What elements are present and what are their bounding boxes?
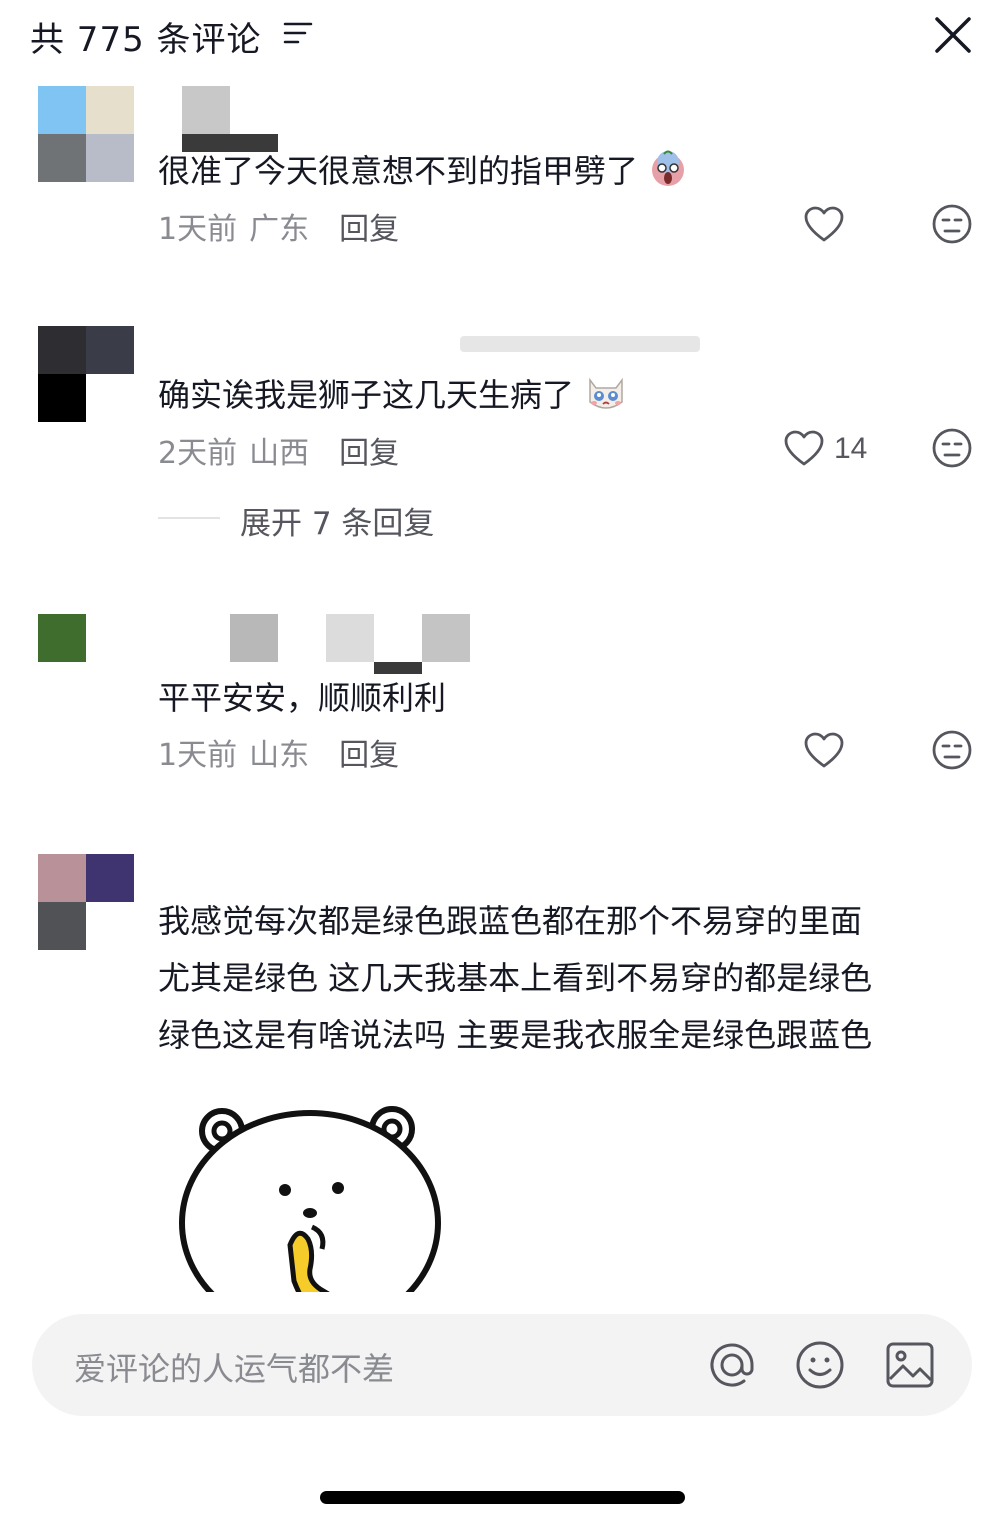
close-x-icon[interactable]	[932, 14, 974, 56]
scream-emoji-icon	[652, 150, 685, 186]
like-count: 14	[834, 432, 868, 465]
dislike-face-icon[interactable]	[931, 203, 973, 245]
comment-time: 2天前	[158, 436, 238, 471]
comment-meta: 2天前 山西 回复	[158, 428, 399, 472]
avatar[interactable]	[38, 614, 134, 710]
comment-time: 1天前	[158, 212, 238, 247]
comment-input-bar[interactable]: 爱评论的人运气都不差	[32, 1314, 972, 1416]
avatar[interactable]	[38, 854, 134, 950]
comment-location: 山西	[249, 436, 310, 471]
like-button[interactable]: 14	[784, 427, 867, 471]
comment-text-line: 绿色这是有啥说法吗 主要是我衣服全是绿色跟蓝色	[158, 1016, 873, 1054]
heart-icon	[784, 430, 824, 466]
username-blurred[interactable]	[460, 326, 710, 356]
reply-button[interactable]: 回复	[339, 212, 399, 247]
comment-meta: 1天前 广东 回复	[158, 204, 399, 248]
dislike-face-icon[interactable]	[931, 729, 973, 771]
comment-text-line: 我感觉每次都是绿色跟蓝色都在那个不易穿的里面	[158, 902, 863, 940]
avatar[interactable]	[38, 326, 134, 422]
like-button[interactable]	[804, 203, 844, 247]
comment-input-placeholder[interactable]: 爱评论的人运气都不差	[74, 1344, 394, 1390]
comment-meta: 1天前 山东 回复	[158, 730, 399, 774]
heart-icon	[804, 732, 844, 768]
expand-replies-button[interactable]: 展开 7 条回复	[240, 498, 434, 543]
emoji-icon[interactable]	[794, 1339, 846, 1391]
avatar[interactable]	[38, 86, 134, 182]
bear-sticker-icon	[179, 1106, 441, 1292]
comment-location: 山东	[249, 738, 310, 773]
crying-cat-emoji-icon	[589, 377, 623, 409]
comment-location: 广东	[249, 212, 310, 247]
username-blurred[interactable]	[230, 614, 475, 678]
at-icon[interactable]	[706, 1339, 758, 1391]
image-icon[interactable]	[884, 1339, 936, 1391]
comments-header: 共 775 条评论	[0, 0, 1004, 70]
reply-button[interactable]: 回复	[339, 738, 399, 773]
comment-text-line: 尤其是绿色 这几天我基本上看到不易穿的都是绿色	[158, 959, 873, 997]
filter-lines-icon[interactable]	[283, 20, 313, 46]
comment-text: 很准了今天很意想不到的指甲劈了	[158, 146, 688, 192]
comment-text: 我感觉每次都是绿色跟蓝色都在那个不易穿的里面 尤其是绿色 这几天我基本上看到不易…	[158, 893, 978, 1064]
reply-button[interactable]: 回复	[339, 436, 399, 471]
comment-text: 平平安安，顺顺利利	[158, 679, 447, 717]
expand-divider	[158, 517, 220, 519]
like-button[interactable]	[804, 729, 844, 773]
home-indicator[interactable]	[320, 1491, 685, 1504]
comment-text: 确实诶我是狮子这几天生病了	[158, 370, 628, 416]
white-bear-sticker[interactable]	[170, 1095, 460, 1292]
heart-icon	[804, 206, 844, 242]
comment-time: 1天前	[158, 738, 238, 773]
comment-count-title: 共 775 条评论	[30, 20, 262, 60]
dislike-face-icon[interactable]	[931, 427, 973, 469]
